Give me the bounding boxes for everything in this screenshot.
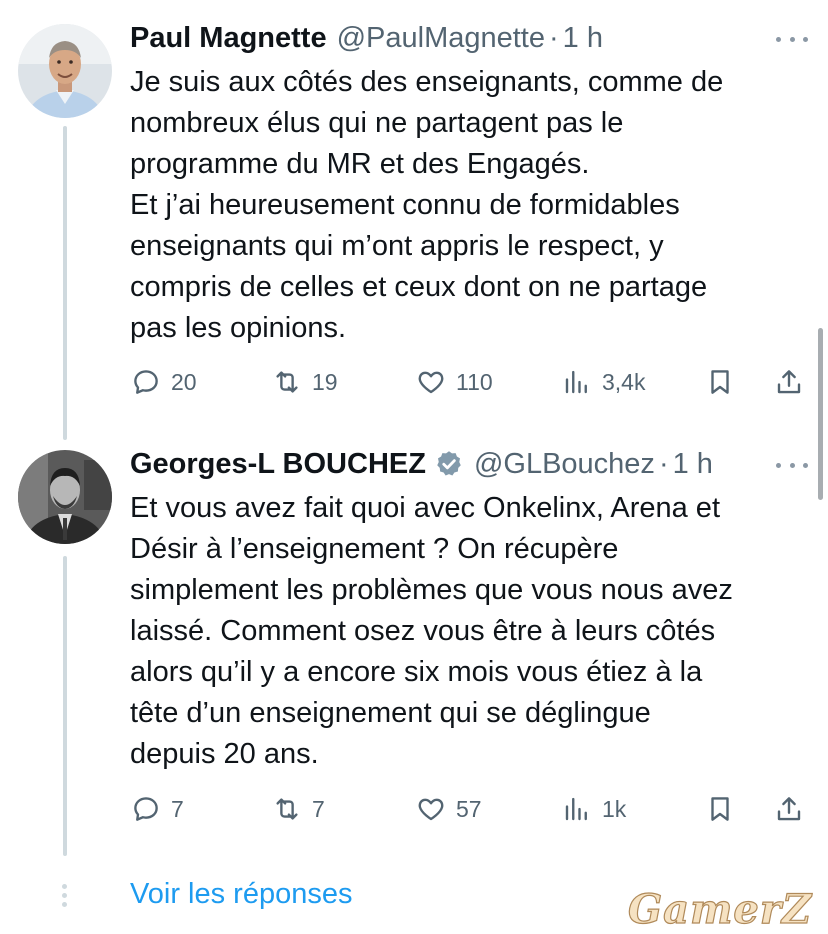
reply-count: 20 <box>171 368 197 395</box>
avatar[interactable] <box>18 24 112 118</box>
author-handle[interactable]: @GLBouchez <box>474 448 655 481</box>
tweet-line: pas les opinions. <box>130 312 347 344</box>
bookmark-icon <box>711 370 729 394</box>
reply-icon <box>134 797 158 821</box>
author-name[interactable]: Georges-L BOUCHEZ <box>130 448 426 481</box>
share-icon <box>777 797 801 821</box>
share-icon <box>777 370 801 394</box>
retweet-button[interactable]: 19 <box>272 362 338 402</box>
more-icon[interactable] <box>776 29 808 49</box>
separator-dot: · <box>658 447 669 480</box>
tweet-line: laissé. Comment osez vous être à leurs c… <box>130 615 716 647</box>
watermark: GamerZ <box>627 885 813 933</box>
tweet-line: Désir à l’enseignement ? On récupère <box>130 533 619 565</box>
tweet-line: tête d’un enseignement qui se déglingue <box>130 697 651 729</box>
show-replies-link[interactable]: Voir les réponses <box>130 878 352 911</box>
separator-dot: · <box>549 21 559 54</box>
tweet-line: alors qu’il y a encore six mois vous éti… <box>130 656 703 688</box>
timestamp[interactable]: 1 h <box>563 22 603 55</box>
tweet-line: depuis 20 ans. <box>130 738 319 770</box>
reply-icon <box>134 370 158 394</box>
reply-button[interactable]: 7 <box>131 789 184 829</box>
bookmark-button[interactable] <box>705 362 735 402</box>
retweet-icon <box>276 371 298 393</box>
tweet-text: Et vous avez fait quoi avec Onkelinx, Ar… <box>130 488 810 775</box>
tweet-text: Je suis aux côtés des enseignants, comme… <box>130 62 810 349</box>
tweet-line: programme du MR et des Engagés. <box>130 148 590 180</box>
scrollbar[interactable] <box>818 328 823 500</box>
share-button[interactable] <box>774 789 804 829</box>
author-name[interactable]: Paul Magnette <box>130 22 327 55</box>
tweet-actions: 7 7 57 1k <box>0 789 828 829</box>
like-button[interactable]: 57 <box>416 789 482 829</box>
tweet-line: compris de celles et ceux dont on ne par… <box>130 271 708 303</box>
tweet-line: Je suis aux côtés des enseignants, comme… <box>130 66 724 98</box>
like-icon <box>418 371 444 394</box>
timestamp[interactable]: 1 h <box>673 448 713 481</box>
views-button[interactable]: 1k <box>562 789 626 829</box>
like-icon <box>418 798 444 821</box>
more-icon[interactable] <box>776 455 808 475</box>
tweet-actions: 20 19 110 3,4k <box>0 362 828 402</box>
views-button[interactable]: 3,4k <box>562 362 645 402</box>
retweet-button[interactable]: 7 <box>272 789 325 829</box>
verified-badge-icon <box>437 451 461 476</box>
tweet-line: enseignants qui m’ont appris le respect,… <box>130 230 664 262</box>
views-count: 1k <box>602 795 627 822</box>
reply-button[interactable]: 20 <box>131 362 197 402</box>
like-button[interactable]: 110 <box>416 362 493 402</box>
views-icon <box>565 370 587 394</box>
share-button[interactable] <box>774 362 804 402</box>
tweet-line: nombreux élus qui ne partagent pas le <box>130 107 624 139</box>
tweet-line: simplement les problèmes que vous nous a… <box>130 574 733 606</box>
tweet-line: Et j’ai heureusement connu de formidable… <box>130 189 680 221</box>
views-icon <box>565 797 587 821</box>
reply-count: 7 <box>171 795 184 822</box>
more-replies-dots-icon <box>62 884 68 908</box>
retweet-count: 7 <box>312 795 325 822</box>
avatar[interactable] <box>18 450 112 544</box>
bookmark-icon <box>711 797 729 821</box>
views-count: 3,4k <box>602 368 646 395</box>
tweet-header: Paul Magnette @PaulMagnette · 1 h <box>130 20 603 56</box>
retweet-icon <box>276 798 298 820</box>
like-count: 110 <box>456 368 493 395</box>
author-handle[interactable]: @PaulMagnette <box>337 22 545 55</box>
bookmark-button[interactable] <box>705 789 735 829</box>
tweet-header: Georges-L BOUCHEZ @GLBouchez · 1 h <box>130 446 713 482</box>
tweet-line: Et vous avez fait quoi avec Onkelinx, Ar… <box>130 492 720 524</box>
retweet-count: 19 <box>312 368 338 395</box>
like-count: 57 <box>456 795 482 822</box>
